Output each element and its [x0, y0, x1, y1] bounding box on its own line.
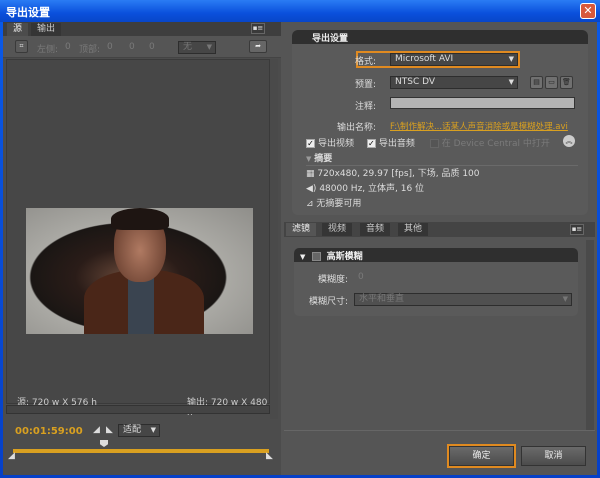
device-central-checkbox[interactable]: [429, 139, 439, 148]
device-central-label: 在 Device Central 中打开: [441, 139, 550, 149]
output-name-link[interactable]: F:\制作解决...话某人声音消除或是模糊处理.avi: [390, 120, 568, 132]
blur-dimensions-select[interactable]: 水平和垂直 ▼: [354, 293, 572, 306]
blurriness-label: 模糊度:: [317, 275, 348, 285]
source-panel: 源 输出 ▪≡ ⌗ 左侧: 0 顶部: 0 0 0 无 ▼ ➦ 源: 720 w …: [3, 22, 281, 475]
out-point-handle[interactable]: ◣: [266, 451, 273, 461]
aspect-value: 无: [183, 42, 193, 52]
tab-audio[interactable]: 音频: [360, 223, 391, 236]
top-crop-label: 顶部:: [79, 45, 101, 55]
playhead[interactable]: [100, 440, 108, 447]
left-crop-label: 左侧:: [37, 45, 59, 55]
output-name-label: 输出名称:: [336, 123, 376, 133]
zoom-select[interactable]: 适配 ▼: [118, 424, 160, 437]
summary-audio: ◀) 48000 Hz, 立体声, 16 位: [306, 184, 425, 194]
tab-output[interactable]: 输出: [31, 23, 62, 36]
aspect-select[interactable]: 无 ▼: [178, 41, 216, 54]
left-crop-value[interactable]: 0: [65, 42, 71, 52]
gaussian-blur-effect: ▼ 高斯模糊 模糊度: 0 模糊尺寸: 水平和垂直 ▼: [294, 248, 578, 316]
effect-name: 高斯模糊: [326, 252, 363, 262]
film-icon: ▦: [306, 169, 315, 179]
export-video-label: 导出视频: [318, 139, 355, 149]
zoom-value: 适配: [123, 425, 142, 435]
preset-select[interactable]: NTSC DV ▼: [390, 76, 518, 89]
swap-icon[interactable]: ➦: [249, 40, 267, 53]
timecode[interactable]: 00:01:59:00: [15, 426, 83, 437]
format-select[interactable]: Microsoft AVI ▼: [390, 53, 518, 66]
settings-panel: 导出设置 格式: Microsoft AVI ▼ 预置: NTSC DV ▼ ▤ ▭…: [284, 22, 595, 475]
save-preset-icon[interactable]: ▤: [530, 76, 543, 89]
filters-scrollbar[interactable]: [586, 240, 594, 430]
export-audio-label: 导出音频: [378, 139, 415, 149]
preview-area: 源: 720 w X 576 h 输出: 720 w X 480 h: [6, 59, 270, 418]
in-point-handle[interactable]: ◢: [8, 451, 15, 461]
top-crop-value[interactable]: 0: [107, 42, 113, 52]
format-label: 格式:: [354, 57, 376, 67]
cancel-button[interactable]: 取消: [521, 446, 586, 466]
comment-input[interactable]: [390, 97, 575, 109]
summary-other: ⊿ 无摘要可用: [306, 199, 362, 209]
tab-filters[interactable]: 滤镜: [286, 223, 317, 236]
blur-dimensions-label: 模糊尺寸:: [308, 297, 348, 307]
set-out-point-icon[interactable]: ◣: [106, 425, 113, 435]
preset-value: NTSC DV: [395, 77, 436, 87]
effect-enable-checkbox[interactable]: [311, 252, 321, 261]
tab-video[interactable]: 视频: [322, 223, 353, 236]
dialog-title: 导出设置: [0, 0, 600, 22]
comment-label: 注释:: [354, 102, 376, 112]
blurriness-value[interactable]: 0: [358, 272, 364, 282]
bottom-crop-value[interactable]: 0: [149, 42, 155, 52]
tab-source[interactable]: 源: [7, 23, 29, 36]
summary-header: 摘要: [314, 154, 333, 164]
export-settings-section: 导出设置 格式: Microsoft AVI ▼ 预置: NTSC DV ▼ ▤ ▭…: [292, 30, 588, 215]
close-button[interactable]: ✕: [580, 3, 596, 19]
speaker-icon: ◀): [306, 184, 317, 194]
right-crop-value[interactable]: 0: [129, 42, 135, 52]
work-area-bar[interactable]: [13, 449, 269, 453]
import-preset-icon[interactable]: ▭: [545, 76, 558, 89]
tab-other[interactable]: 其他: [398, 223, 429, 236]
summary-toggle-icon[interactable]: ▼: [306, 155, 311, 163]
export-settings-dialog: 导出设置 ✕ 源 输出 ▪≡ ⌗ 左侧: 0 顶部: 0 0 0 无 ▼ ➦ 源:…: [0, 0, 600, 478]
export-settings-header: 导出设置: [292, 30, 588, 44]
preset-label: 预置:: [354, 80, 376, 90]
format-value: Microsoft AVI: [395, 54, 454, 64]
blur-dimensions-value: 水平和垂直: [359, 294, 405, 304]
crop-icon[interactable]: ⌗: [15, 40, 28, 53]
expand-icon[interactable]: ▼: [300, 253, 305, 261]
summary-video: ▦ 720x480, 29.97 [fps], 下场, 品质 100: [306, 169, 480, 179]
horizontal-scrollbar[interactable]: [6, 405, 270, 414]
video-frame: [26, 208, 253, 334]
filters-menu-icon[interactable]: ▪≡: [570, 224, 584, 235]
set-in-point-icon[interactable]: ◢: [93, 425, 100, 435]
export-audio-checkbox[interactable]: ✓: [366, 139, 376, 148]
export-video-checkbox[interactable]: ✓: [306, 139, 315, 148]
ok-button[interactable]: 确定: [449, 446, 514, 466]
collapse-icon[interactable]: ︽: [563, 135, 575, 147]
delete-preset-icon[interactable]: 🗑: [560, 76, 573, 89]
chart-icon: ⊿: [306, 199, 314, 209]
vertical-scrollbar[interactable]: [270, 59, 278, 419]
panel-menu-icon[interactable]: ▪≡: [251, 23, 265, 34]
